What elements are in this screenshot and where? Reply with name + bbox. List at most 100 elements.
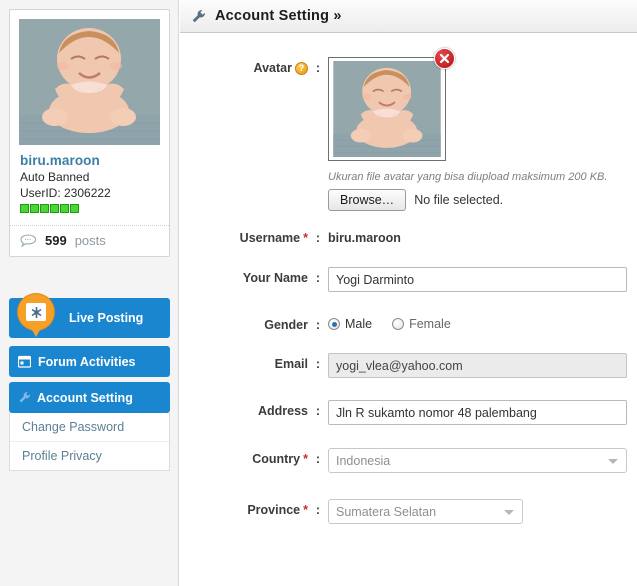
address-field-wrap bbox=[328, 400, 637, 425]
submenu-item-profile-privacy[interactable]: Profile Privacy bbox=[10, 442, 169, 470]
gender-option-male[interactable]: Male bbox=[328, 317, 372, 331]
address-label: Address bbox=[257, 404, 308, 418]
wrench-icon bbox=[191, 9, 206, 24]
country-selected-value: Indonesia bbox=[336, 453, 391, 468]
broadcast-glyph-icon bbox=[31, 306, 41, 318]
email-colon: : bbox=[315, 357, 321, 371]
posts-label: posts bbox=[74, 233, 106, 248]
field-row-address: Address : bbox=[180, 400, 637, 425]
address-input[interactable] bbox=[328, 400, 627, 425]
avatar-file-input: Browse… No file selected. bbox=[328, 189, 627, 211]
sidebar-item-label: Account Setting bbox=[37, 390, 133, 405]
profile-username[interactable]: biru.maroon bbox=[20, 152, 159, 169]
posts-row: 599 posts bbox=[10, 225, 169, 256]
province-label: Province bbox=[247, 503, 301, 517]
reputation-block bbox=[70, 204, 79, 213]
speech-bubble-icon bbox=[20, 233, 37, 247]
province-field: Sumatera Selatan bbox=[328, 499, 637, 524]
username-field: biru.maroon bbox=[328, 227, 637, 245]
email-field-wrap bbox=[328, 353, 637, 378]
profile-info: biru.maroon Auto Banned UserID: 2306222 bbox=[10, 145, 169, 219]
user-avatar-photo bbox=[333, 61, 441, 157]
gender-colon: : bbox=[315, 318, 321, 332]
username-colon: : bbox=[315, 231, 321, 245]
no-file-selected-text: No file selected. bbox=[414, 193, 504, 207]
user-avatar-photo bbox=[19, 19, 160, 145]
live-posting-pin-icon bbox=[18, 294, 54, 337]
country-colon: : bbox=[315, 452, 321, 466]
sidebar-item-label: Live Posting bbox=[69, 311, 144, 325]
country-label: Country bbox=[252, 452, 301, 466]
username-label: Username bbox=[239, 231, 301, 245]
avatar-size-hint: Ukuran file avatar yang bisa diupload ma… bbox=[328, 171, 608, 183]
account-setting-submenu: Change Password Profile Privacy bbox=[9, 413, 170, 471]
profile-card: biru.maroon Auto Banned UserID: 2306222 bbox=[9, 9, 170, 257]
radio-female-icon[interactable] bbox=[392, 318, 405, 330]
username-value: biru.maroon bbox=[328, 231, 401, 245]
calendar-icon bbox=[18, 355, 31, 368]
gender-male-label: Male bbox=[345, 317, 373, 331]
country-select[interactable]: Indonesia bbox=[328, 448, 627, 473]
nav-block-forum-activities: Forum Activities bbox=[9, 346, 170, 377]
panel-header: Account Setting » bbox=[180, 0, 637, 33]
reputation-block bbox=[20, 204, 29, 213]
avatar-colon: : bbox=[315, 61, 321, 75]
reputation-block bbox=[40, 204, 49, 213]
reputation-block bbox=[60, 204, 69, 213]
avatar-label-wrap: Avatar ? bbox=[180, 57, 308, 75]
field-row-avatar: Avatar ? : Ukuran file avatar yang bisa … bbox=[180, 48, 637, 211]
nav-block-account-setting: Account Setting Change Password Profile … bbox=[9, 382, 170, 471]
province-label-wrap: Province * bbox=[180, 499, 308, 517]
gender-option-female[interactable]: Female bbox=[392, 317, 451, 331]
your-name-field bbox=[328, 267, 637, 292]
reputation-block bbox=[50, 204, 59, 213]
field-row-province: Province * : Sumatera Selatan bbox=[180, 499, 637, 524]
sidebar-item-forum-activities[interactable]: Forum Activities bbox=[9, 346, 170, 377]
chevron-down-icon bbox=[608, 458, 618, 464]
question-help-icon[interactable]: ? bbox=[295, 61, 308, 75]
submenu-item-change-password[interactable]: Change Password bbox=[10, 413, 169, 442]
avatar-label: Avatar bbox=[253, 61, 292, 75]
gender-label: Gender bbox=[264, 318, 308, 332]
close-x-icon[interactable] bbox=[434, 48, 455, 69]
chevron-down-icon bbox=[504, 509, 514, 515]
reputation-block bbox=[30, 204, 39, 213]
your-name-colon: : bbox=[315, 271, 321, 285]
email-label: Email bbox=[274, 357, 308, 371]
province-colon: : bbox=[315, 503, 321, 517]
posts-count: 599 bbox=[45, 233, 67, 248]
sidebar: biru.maroon Auto Banned UserID: 2306222 bbox=[0, 0, 179, 586]
account-setting-form: Avatar ? : Ukuran file avatar yang bisa … bbox=[180, 33, 637, 524]
country-field: Indonesia bbox=[328, 448, 637, 473]
avatar-field: Ukuran file avatar yang bisa diupload ma… bbox=[328, 48, 637, 211]
your-name-input[interactable] bbox=[328, 267, 627, 292]
province-select[interactable]: Sumatera Selatan bbox=[328, 499, 523, 524]
profile-userid: UserID: 2306222 bbox=[20, 186, 111, 200]
your-name-label: Your Name bbox=[242, 271, 308, 285]
browse-button[interactable]: Browse… bbox=[328, 189, 407, 211]
main-panel: Account Setting » Avatar ? : Ukuran file… bbox=[180, 0, 637, 586]
wrench-icon bbox=[18, 391, 31, 404]
profile-avatar bbox=[19, 19, 160, 145]
profile-status: Auto Banned bbox=[20, 170, 90, 184]
radio-male-icon[interactable] bbox=[328, 318, 340, 330]
country-label-wrap: Country * bbox=[180, 448, 308, 466]
province-selected-value: Sumatera Selatan bbox=[336, 504, 437, 519]
username-label-wrap: Username * bbox=[180, 227, 308, 245]
sidebar-item-label: Forum Activities bbox=[38, 354, 136, 369]
field-row-username: Username * : biru.maroon bbox=[180, 227, 637, 245]
address-colon: : bbox=[315, 404, 321, 418]
sidebar-item-live-posting[interactable]: Live Posting bbox=[9, 294, 170, 338]
field-row-your-name: Your Name : bbox=[180, 267, 637, 292]
field-row-country: Country * : Indonesia bbox=[180, 448, 637, 473]
avatar-preview bbox=[328, 48, 455, 161]
field-row-gender: Gender : Male Female bbox=[180, 314, 637, 332]
page-title: Account Setting » bbox=[215, 8, 342, 24]
email-field bbox=[328, 353, 627, 378]
nav-block-live-posting: Live Posting bbox=[9, 294, 170, 338]
gender-female-label: Female bbox=[409, 317, 451, 331]
sidebar-item-account-setting[interactable]: Account Setting bbox=[9, 382, 170, 413]
gender-field: Male Female bbox=[328, 314, 637, 331]
account-setting-page: biru.maroon Auto Banned UserID: 2306222 bbox=[0, 0, 637, 586]
reputation-bar bbox=[20, 204, 159, 213]
